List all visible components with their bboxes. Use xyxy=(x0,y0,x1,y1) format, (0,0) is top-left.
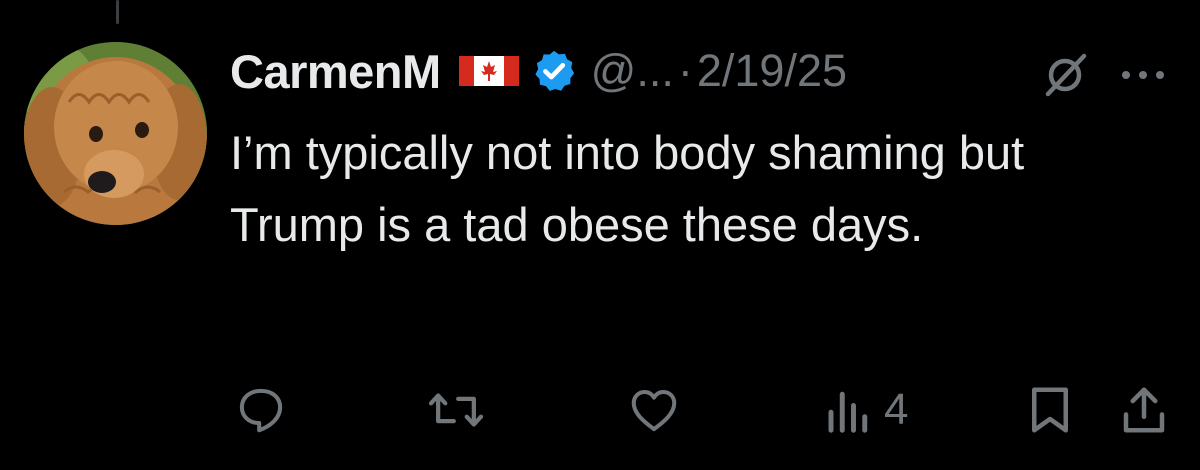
like-button[interactable] xyxy=(626,380,682,440)
tweet-timestamp[interactable]: 2/19/25 xyxy=(697,45,847,97)
reply-icon xyxy=(239,388,283,433)
grok-icon[interactable] xyxy=(1042,52,1088,98)
tweet-action-bar: 4 xyxy=(0,380,1200,440)
bookmark-icon xyxy=(1032,387,1068,433)
user-handle[interactable]: @... xyxy=(591,45,674,97)
avatar[interactable] xyxy=(24,42,207,225)
canada-flag-icon xyxy=(458,56,519,86)
dog-avatar-icon xyxy=(24,42,207,225)
share-icon xyxy=(1123,387,1165,433)
verified-badge-icon[interactable] xyxy=(531,48,577,94)
bookmark-button[interactable] xyxy=(1026,380,1074,440)
separator-dot: · xyxy=(677,45,693,96)
views-chart-icon xyxy=(828,391,868,433)
views-count: 4 xyxy=(884,385,909,434)
retweet-icon xyxy=(428,393,484,427)
heart-icon xyxy=(631,389,677,432)
share-button[interactable] xyxy=(1118,380,1170,440)
retweet-button[interactable] xyxy=(427,380,485,440)
display-name[interactable]: CarmenM xyxy=(230,44,441,99)
thread-connector-line xyxy=(116,0,119,24)
reply-button[interactable] xyxy=(234,380,288,440)
tweet-text: I’m typically not into body shaming but … xyxy=(230,126,1025,251)
more-options-icon[interactable] xyxy=(1118,68,1168,82)
tweet-header: CarmenM @... · 2/19/25 xyxy=(230,40,847,102)
views-button[interactable]: 4 xyxy=(826,380,908,440)
